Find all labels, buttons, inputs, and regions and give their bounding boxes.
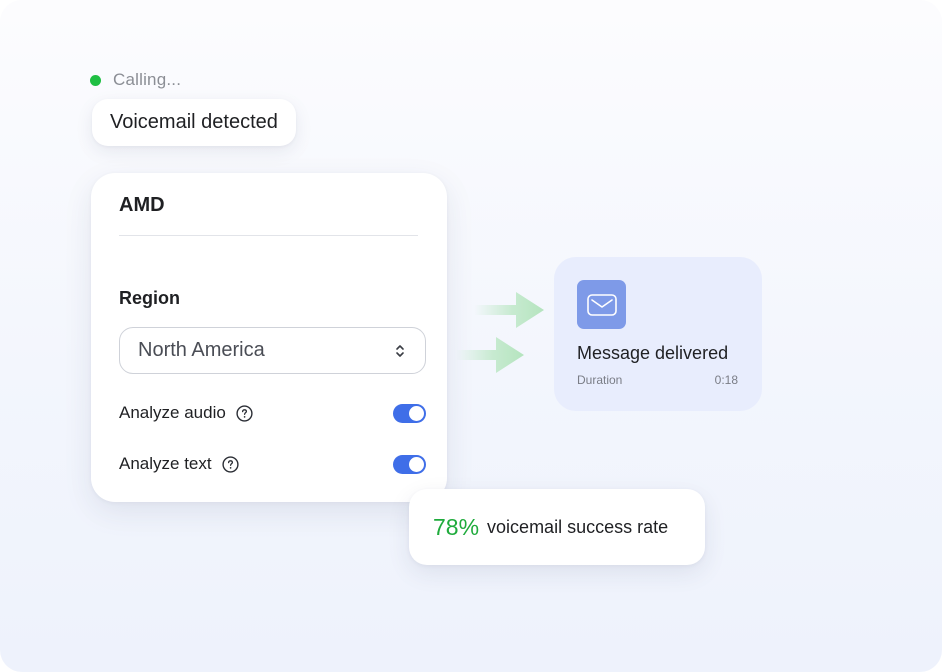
- duration-value: 0:18: [714, 373, 738, 387]
- analyze-audio-row: Analyze audio: [119, 401, 426, 425]
- message-title: Message delivered: [577, 343, 729, 363]
- region-select-value: North America: [138, 339, 265, 361]
- success-rate-label: voicemail success rate: [487, 516, 669, 537]
- toggle-knob: [409, 405, 424, 421]
- analyze-audio-label: Analyze audio: [119, 403, 226, 422]
- duration-label: Duration: [577, 373, 623, 387]
- mail-icon-tile: [577, 280, 626, 329]
- mail-icon: [586, 293, 617, 316]
- success-rate-badge: 78% voicemail success rate: [409, 489, 705, 565]
- region-select[interactable]: North America: [119, 327, 426, 374]
- status-text: Calling...: [113, 70, 182, 89]
- analyze-text-toggle[interactable]: [393, 454, 426, 474]
- help-icon[interactable]: [236, 404, 253, 422]
- voicemail-detected-badge: Voicemail detected: [92, 99, 296, 146]
- status-dot-icon: [90, 74, 101, 86]
- analyze-audio-toggle[interactable]: [393, 403, 426, 423]
- call-status: Calling...: [90, 70, 181, 90]
- help-icon[interactable]: [222, 455, 239, 473]
- voicemail-detected-label: Voicemail detected: [110, 111, 278, 133]
- message-delivered-card: Message delivered Duration 0:18: [554, 257, 762, 411]
- amd-card: AMD Region North America Analyze audio A…: [91, 173, 447, 502]
- canvas: Calling... Voicemail detected AMD Region…: [0, 0, 942, 672]
- card-divider: [119, 235, 418, 236]
- amd-card-title: AMD: [119, 194, 165, 216]
- success-rate-value: 78%: [433, 513, 480, 540]
- analyze-text-row: Analyze text: [119, 452, 426, 476]
- toggle-knob: [409, 456, 424, 472]
- chevron-up-down-icon: [396, 344, 404, 357]
- flow-arrows-icon: [456, 292, 544, 373]
- region-label: Region: [119, 288, 180, 308]
- analyze-text-label: Analyze text: [119, 454, 212, 473]
- message-meta: Duration 0:18: [577, 373, 738, 387]
